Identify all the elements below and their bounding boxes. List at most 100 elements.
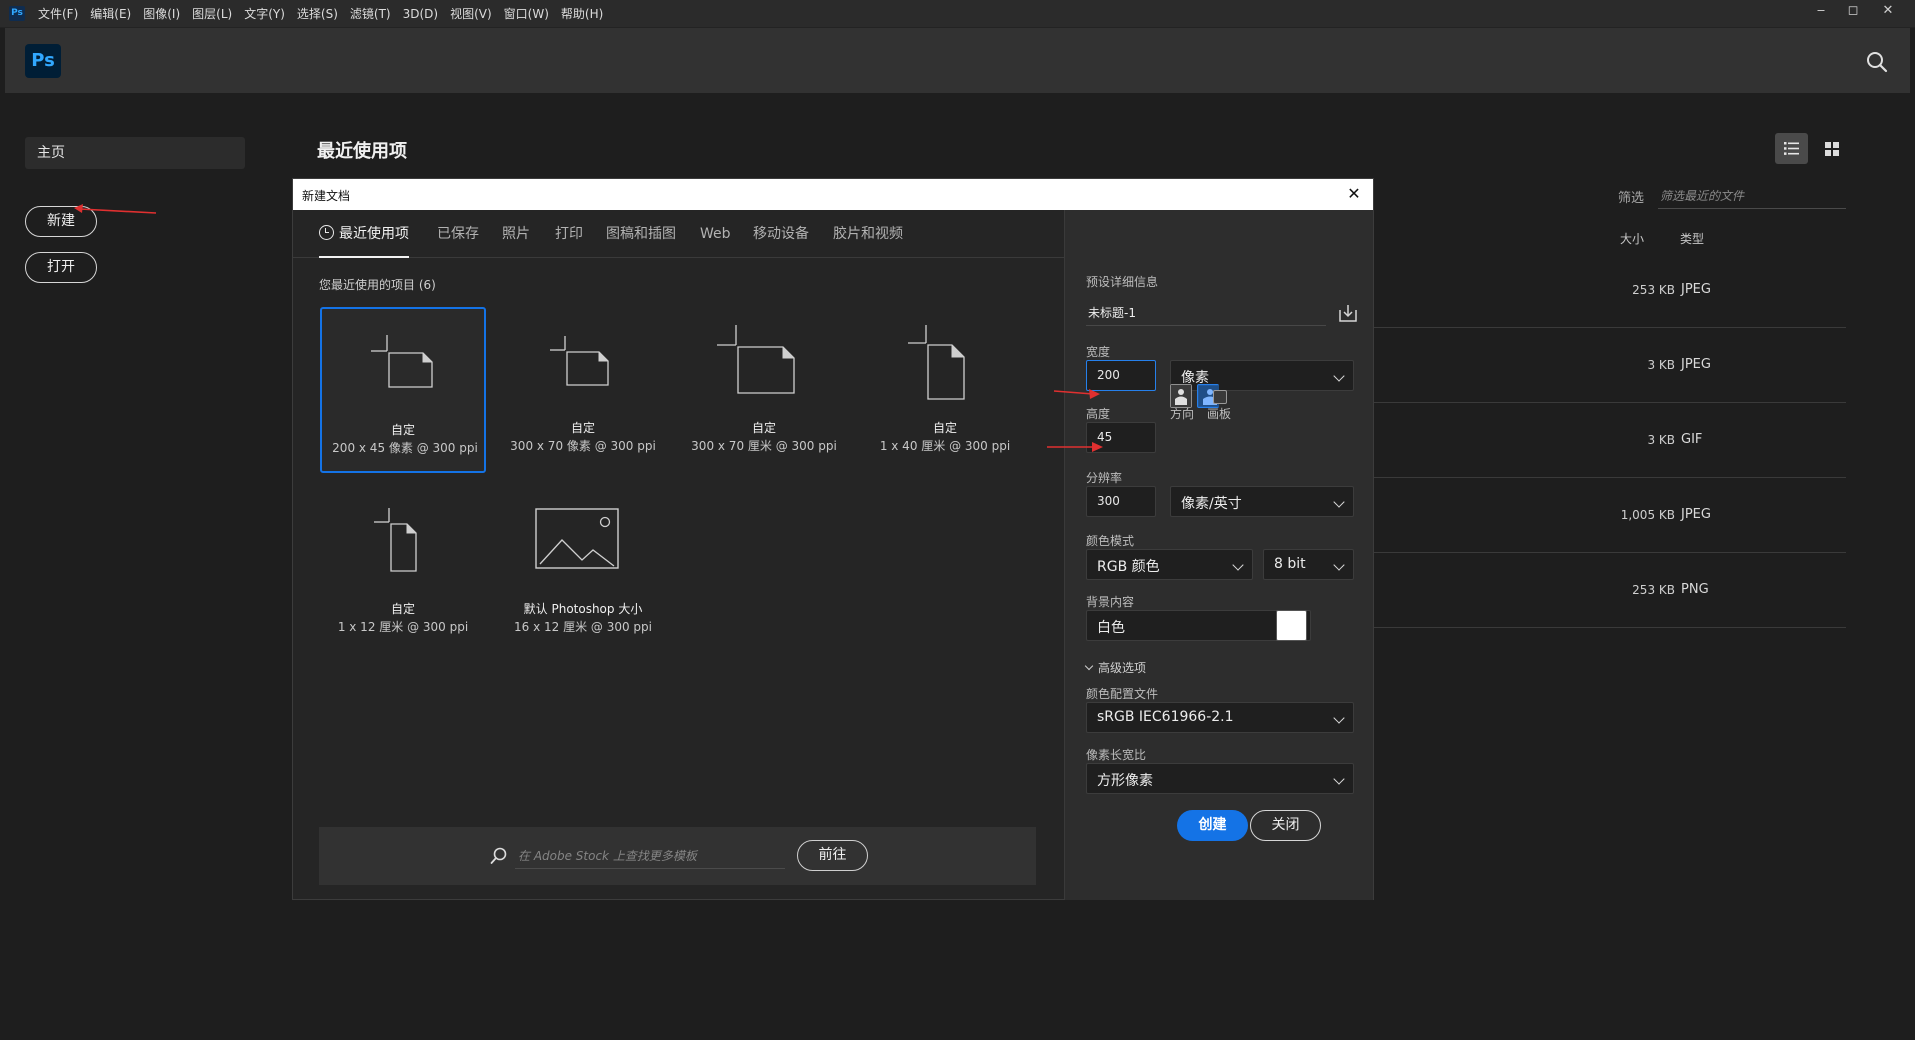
tab-print[interactable]: 打印	[555, 210, 583, 258]
chevron-down-icon	[1333, 712, 1345, 724]
file-size: 3 KB	[1647, 358, 1675, 372]
filter-input[interactable]: 筛选最近的文件	[1658, 182, 1846, 209]
menu-image[interactable]: 图像(I)	[137, 0, 186, 28]
close-window-icon[interactable]: ✕	[1870, 0, 1906, 24]
menu-filter[interactable]: 滤镜(T)	[344, 0, 397, 28]
file-row[interactable]: 253 KB JPEG	[1370, 253, 1846, 328]
ps-logo: Ps	[25, 44, 61, 78]
file-row[interactable]: 1,005 KB JPEG	[1370, 478, 1846, 553]
menu-layer[interactable]: 图层(L)	[186, 0, 238, 28]
file-size: 253 KB	[1632, 283, 1675, 297]
menu-help[interactable]: 帮助(H)	[555, 0, 609, 28]
preset-card[interactable]: 自定 1 x 12 厘米 @ 300 ppi	[320, 488, 486, 654]
annotation-arrow	[1053, 389, 1100, 399]
file-type: JPEG	[1681, 507, 1711, 522]
menu-select[interactable]: 选择(S)	[291, 0, 344, 28]
close-icon[interactable]: ✕	[1343, 184, 1365, 206]
preset-card[interactable]: 自定 300 x 70 像素 @ 300 ppi	[500, 307, 666, 473]
column-header-type[interactable]: 类型	[1680, 230, 1704, 247]
chevron-down-icon	[1333, 370, 1345, 382]
color-mode-value: RGB 颜色	[1097, 559, 1160, 575]
search-icon[interactable]	[1865, 50, 1889, 74]
artboard-checkbox[interactable]	[1213, 390, 1227, 404]
background-label: 背景内容	[1086, 595, 1135, 609]
advanced-options-toggle[interactable]: 高级选项	[1084, 659, 1146, 676]
list-view-button[interactable]	[1775, 133, 1808, 164]
tab-web[interactable]: Web	[700, 210, 731, 258]
tab-mobile[interactable]: 移动设备	[753, 210, 809, 258]
preset-card[interactable]: 自定 300 x 70 厘米 @ 300 ppi	[681, 307, 847, 473]
document-crop-icon	[374, 508, 417, 572]
annotation-arrow	[74, 204, 157, 214]
document-crop-icon	[550, 336, 609, 386]
create-button[interactable]: 创建	[1177, 810, 1248, 841]
document-crop-icon	[717, 325, 795, 394]
maximize-icon[interactable]: ◻	[1835, 0, 1871, 24]
color-profile-select[interactable]: sRGB IEC61966-2.1	[1086, 702, 1354, 733]
clock-icon	[319, 225, 334, 240]
preset-size: 200 x 45 像素 @ 300 ppi	[332, 441, 478, 455]
filter-label: 筛选	[1618, 191, 1645, 206]
chevron-down-icon	[1333, 496, 1345, 508]
recent-items-label: 您最近使用的项目 (6)	[319, 278, 436, 292]
chevron-down-icon	[1333, 559, 1345, 571]
dialog-title: 新建文档	[302, 189, 351, 203]
portrait-orientation-icon[interactable]	[1170, 384, 1192, 408]
save-preset-icon[interactable]	[1337, 302, 1359, 324]
color-profile-value: sRGB IEC61966-2.1	[1097, 709, 1234, 725]
preset-card[interactable]: 自定 200 x 45 像素 @ 300 ppi	[320, 307, 486, 473]
tab-recent[interactable]: 最近使用项	[319, 210, 409, 258]
document-name-input[interactable]: 未标题-1	[1086, 298, 1326, 326]
tab-saved[interactable]: 已保存	[437, 210, 479, 258]
tab-photo[interactable]: 照片	[502, 210, 530, 258]
app-header: Ps	[5, 28, 1910, 93]
file-type: GIF	[1681, 432, 1703, 447]
menu-file[interactable]: 文件(F)	[32, 0, 84, 28]
tab-art-illustration[interactable]: 图稿和插图	[606, 210, 676, 258]
preset-name: 自定	[390, 602, 415, 616]
open-button[interactable]: 打开	[25, 252, 97, 283]
file-row[interactable]: 3 KB GIF	[1370, 403, 1846, 478]
menu-window[interactable]: 窗口(W)	[498, 0, 555, 28]
file-size: 253 KB	[1632, 583, 1675, 597]
tab-film-video[interactable]: 胶片和视频	[833, 210, 903, 258]
column-header-size[interactable]: 大小	[1620, 230, 1644, 247]
bit-depth-select[interactable]: 8 bit	[1263, 549, 1354, 580]
new-document-dialog: 新建文档 ✕ 最近使用项 已保存 照片 打印 图稿和插图 Web 移动设备 胶片…	[292, 178, 1374, 900]
go-button[interactable]: 前往	[797, 840, 868, 871]
preset-size: 300 x 70 厘米 @ 300 ppi	[691, 439, 837, 453]
color-mode-select[interactable]: RGB 颜色	[1086, 549, 1253, 580]
preset-name: 自定	[570, 421, 595, 435]
close-button[interactable]: 关闭	[1250, 810, 1321, 841]
pixel-aspect-label: 像素长宽比	[1086, 748, 1147, 762]
preset-name: 自定	[932, 421, 957, 435]
file-type: PNG	[1681, 582, 1709, 597]
chevron-down-icon	[1333, 773, 1345, 785]
dialog-titlebar: 新建文档 ✕	[293, 179, 1373, 210]
file-row[interactable]: 3 KB JPEG	[1370, 328, 1846, 403]
stock-search-input[interactable]: 在 Adobe Stock 上查找更多模板	[515, 841, 785, 869]
preset-tabs: 最近使用项 已保存 照片 打印 图稿和插图 Web 移动设备 胶片和视频	[293, 210, 1064, 258]
menu-view[interactable]: 视图(V)	[444, 0, 498, 28]
resolution-input[interactable]: 300	[1086, 486, 1156, 517]
preset-size: 1 x 40 厘米 @ 300 ppi	[879, 439, 1011, 453]
width-label: 宽度	[1086, 345, 1111, 359]
resolution-unit-select[interactable]: 像素/英寸	[1170, 486, 1354, 517]
grid-view-button[interactable]	[1815, 133, 1848, 164]
preset-card[interactable]: 默认 Photoshop 大小 16 x 12 厘米 @ 300 ppi	[500, 488, 666, 654]
recent-heading: 最近使用项	[317, 141, 407, 162]
preset-name: 自定	[751, 421, 776, 435]
preset-size: 300 x 70 像素 @ 300 ppi	[510, 439, 656, 453]
minimize-icon[interactable]: ‒	[1803, 0, 1839, 24]
bit-depth-value: 8 bit	[1274, 556, 1306, 572]
menu-3d[interactable]: 3D(D)	[397, 0, 444, 28]
background-color-swatch[interactable]	[1276, 610, 1307, 641]
pixel-aspect-select[interactable]: 方形像素	[1086, 763, 1354, 794]
preset-details-panel: 预设详细信息 未标题-1 宽度 200 像素 高度 方向 画板 45 分辨率 3…	[1064, 210, 1373, 900]
preset-card[interactable]: 自定 1 x 40 厘米 @ 300 ppi	[862, 307, 1028, 473]
menu-type[interactable]: 文字(Y)	[238, 0, 291, 28]
tab-label: 最近使用项	[339, 226, 409, 242]
file-row[interactable]: 253 KB PNG	[1370, 553, 1846, 628]
menu-edit[interactable]: 编辑(E)	[84, 0, 137, 28]
sidebar-item-home[interactable]: 主页	[25, 137, 245, 169]
